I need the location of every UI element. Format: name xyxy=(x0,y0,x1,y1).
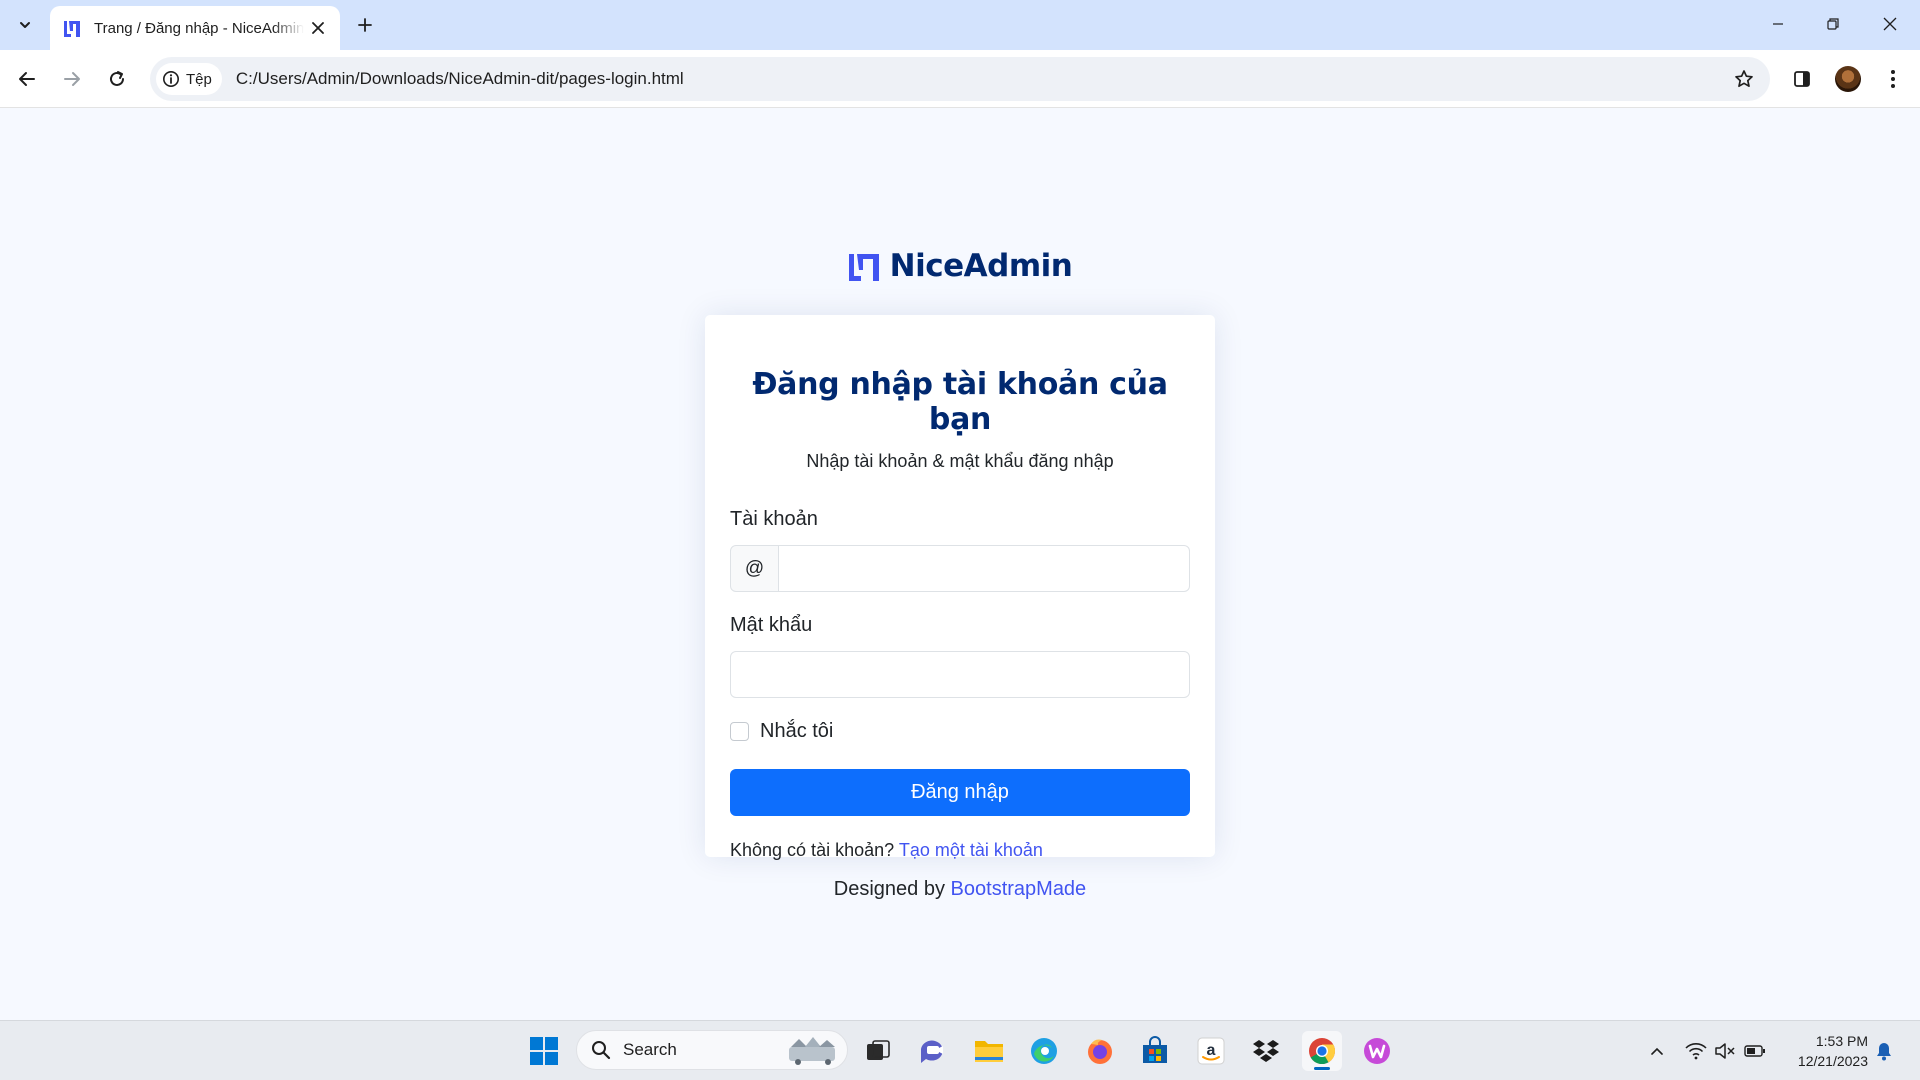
microsoft-store-icon xyxy=(1143,1036,1167,1063)
windows-taskbar: Search a 1:53 PM 12/21/2023 xyxy=(0,1020,1920,1080)
side-panel-button[interactable] xyxy=(1786,63,1818,95)
tray-overflow-button[interactable] xyxy=(1645,1039,1669,1063)
file-explorer-button[interactable] xyxy=(969,1031,1009,1071)
signup-prompt: Không có tài khoản? Tạo một tài khoản xyxy=(730,840,1190,861)
profile-button[interactable] xyxy=(1832,63,1864,95)
restore-window-button[interactable] xyxy=(1813,8,1853,40)
firefox-icon xyxy=(1088,1039,1112,1064)
wps-office-icon xyxy=(1364,1038,1390,1064)
amazon-icon: a xyxy=(1197,1037,1225,1065)
back-button[interactable] xyxy=(11,63,43,95)
credits: Designed by BootstrapMade xyxy=(0,878,1920,901)
login-button[interactable]: Đăng nhập xyxy=(730,769,1190,816)
page-title: Đăng nhập tài khoản của bạn xyxy=(752,367,1168,437)
forward-button[interactable] xyxy=(56,63,88,95)
volume-muted-icon xyxy=(1715,1043,1735,1059)
username-input-group: @ xyxy=(730,545,1190,592)
notifications-button[interactable] xyxy=(1872,1039,1896,1063)
site-chip-label: Tệp xyxy=(186,70,212,88)
bell-icon xyxy=(1877,1043,1891,1061)
site-info-chip[interactable]: Tệp xyxy=(156,63,222,95)
edge-icon xyxy=(1031,1038,1057,1064)
search-label: Search xyxy=(623,1040,677,1059)
username-label: Tài khoản xyxy=(730,508,818,530)
remember-me-label[interactable]: Nhắc tôi xyxy=(760,720,833,743)
tab-close-icon[interactable] xyxy=(308,18,328,38)
restore-icon xyxy=(1827,18,1839,30)
niceadmin-favicon-icon xyxy=(64,21,80,37)
dropbox-icon xyxy=(1253,1040,1279,1062)
edge-button[interactable] xyxy=(1024,1031,1064,1071)
dropbox-button[interactable] xyxy=(1246,1031,1286,1071)
start-button[interactable] xyxy=(524,1031,564,1071)
firefox-button[interactable] xyxy=(1080,1031,1120,1071)
browser-menu-button[interactable] xyxy=(1877,63,1909,95)
teams-chat-icon xyxy=(921,1040,943,1063)
star-icon xyxy=(1735,70,1753,88)
reload-button[interactable] xyxy=(101,63,133,95)
clock-time: 1:53 PM xyxy=(1815,1033,1868,1049)
battery-button[interactable] xyxy=(1743,1039,1767,1063)
url-text[interactable]: C:/Users/Admin/Downloads/NiceAdmin-dit/p… xyxy=(236,69,684,89)
svg-text:a: a xyxy=(1207,1042,1216,1059)
login-card: Đăng nhập tài khoản của bạn Nhập tài kho… xyxy=(705,315,1215,860)
niceadmin-logo-icon xyxy=(848,254,879,281)
bootstrapmade-link[interactable]: BootstrapMade xyxy=(951,878,1087,900)
browser-tab-active[interactable]: Trang / Đăng nhập - NiceAdmin xyxy=(50,6,340,50)
bookmark-star-button[interactable] xyxy=(1732,67,1756,91)
arrow-left-icon xyxy=(19,72,35,86)
browser-toolbar: Tệp C:/Users/Admin/Downloads/NiceAdmin-d… xyxy=(0,50,1920,108)
tab-title: Trang / Đăng nhập - NiceAdmin xyxy=(94,19,304,37)
chrome-icon xyxy=(1309,1038,1336,1065)
plus-icon xyxy=(358,18,372,32)
password-input[interactable] xyxy=(730,651,1190,698)
task-view-button[interactable] xyxy=(858,1031,898,1071)
username-input[interactable] xyxy=(779,545,1190,592)
more-vertical-icon xyxy=(1891,70,1895,88)
at-sign-prefix: @ xyxy=(730,545,779,592)
microsoft-store-button[interactable] xyxy=(1135,1031,1175,1071)
credits-prefix: Designed by xyxy=(833,878,945,900)
tab-search-button[interactable] xyxy=(10,10,40,40)
reload-icon xyxy=(110,71,124,86)
password-label: Mật khẩu xyxy=(730,614,813,636)
wifi-button[interactable] xyxy=(1684,1039,1708,1063)
chevron-down-icon xyxy=(20,22,30,28)
task-view-icon xyxy=(867,1040,890,1060)
side-panel-icon xyxy=(1794,71,1810,87)
remember-me-checkbox[interactable] xyxy=(730,722,749,741)
remember-me-row: Nhắc tôi xyxy=(730,720,1190,743)
chevron-up-icon xyxy=(1651,1047,1663,1055)
chrome-button[interactable] xyxy=(1302,1031,1342,1071)
minimize-icon xyxy=(1773,23,1783,25)
active-app-indicator xyxy=(1314,1067,1330,1070)
amazon-button[interactable]: a xyxy=(1191,1031,1231,1071)
close-window-button[interactable] xyxy=(1870,8,1910,40)
address-bar[interactable]: Tệp C:/Users/Admin/Downloads/NiceAdmin-d… xyxy=(150,57,1770,101)
site-logo[interactable]: NiceAdmin xyxy=(0,248,1920,284)
search-highlight-image-icon xyxy=(789,1037,835,1065)
logo-text: NiceAdmin xyxy=(889,248,1073,284)
battery-icon xyxy=(1744,1045,1765,1057)
start-icon xyxy=(530,1037,558,1065)
clock-date: 12/21/2023 xyxy=(1797,1053,1868,1069)
close-icon xyxy=(1883,17,1897,31)
info-icon xyxy=(163,71,179,87)
taskbar-search[interactable]: Search xyxy=(576,1030,848,1070)
no-account-text: Không có tài khoản? xyxy=(730,840,895,860)
file-explorer-icon xyxy=(975,1041,1003,1062)
teams-chat-button[interactable] xyxy=(913,1031,953,1071)
wifi-icon xyxy=(1685,1043,1707,1060)
avatar xyxy=(1835,66,1861,92)
wps-office-button[interactable] xyxy=(1357,1031,1397,1071)
arrow-right-icon xyxy=(64,72,80,86)
browser-tab-strip: Trang / Đăng nhập - NiceAdmin xyxy=(0,0,1920,50)
new-tab-button[interactable] xyxy=(350,10,380,40)
minimize-window-button[interactable] xyxy=(1758,8,1798,40)
volume-button[interactable] xyxy=(1713,1039,1737,1063)
taskbar-clock[interactable]: 1:53 PM 12/21/2023 xyxy=(1798,1031,1868,1071)
create-account-link[interactable]: Tạo một tài khoản xyxy=(899,840,1043,860)
page-subtitle: Nhập tài khoản & mật khẩu đăng nhập xyxy=(806,451,1114,471)
search-icon xyxy=(592,1041,611,1060)
